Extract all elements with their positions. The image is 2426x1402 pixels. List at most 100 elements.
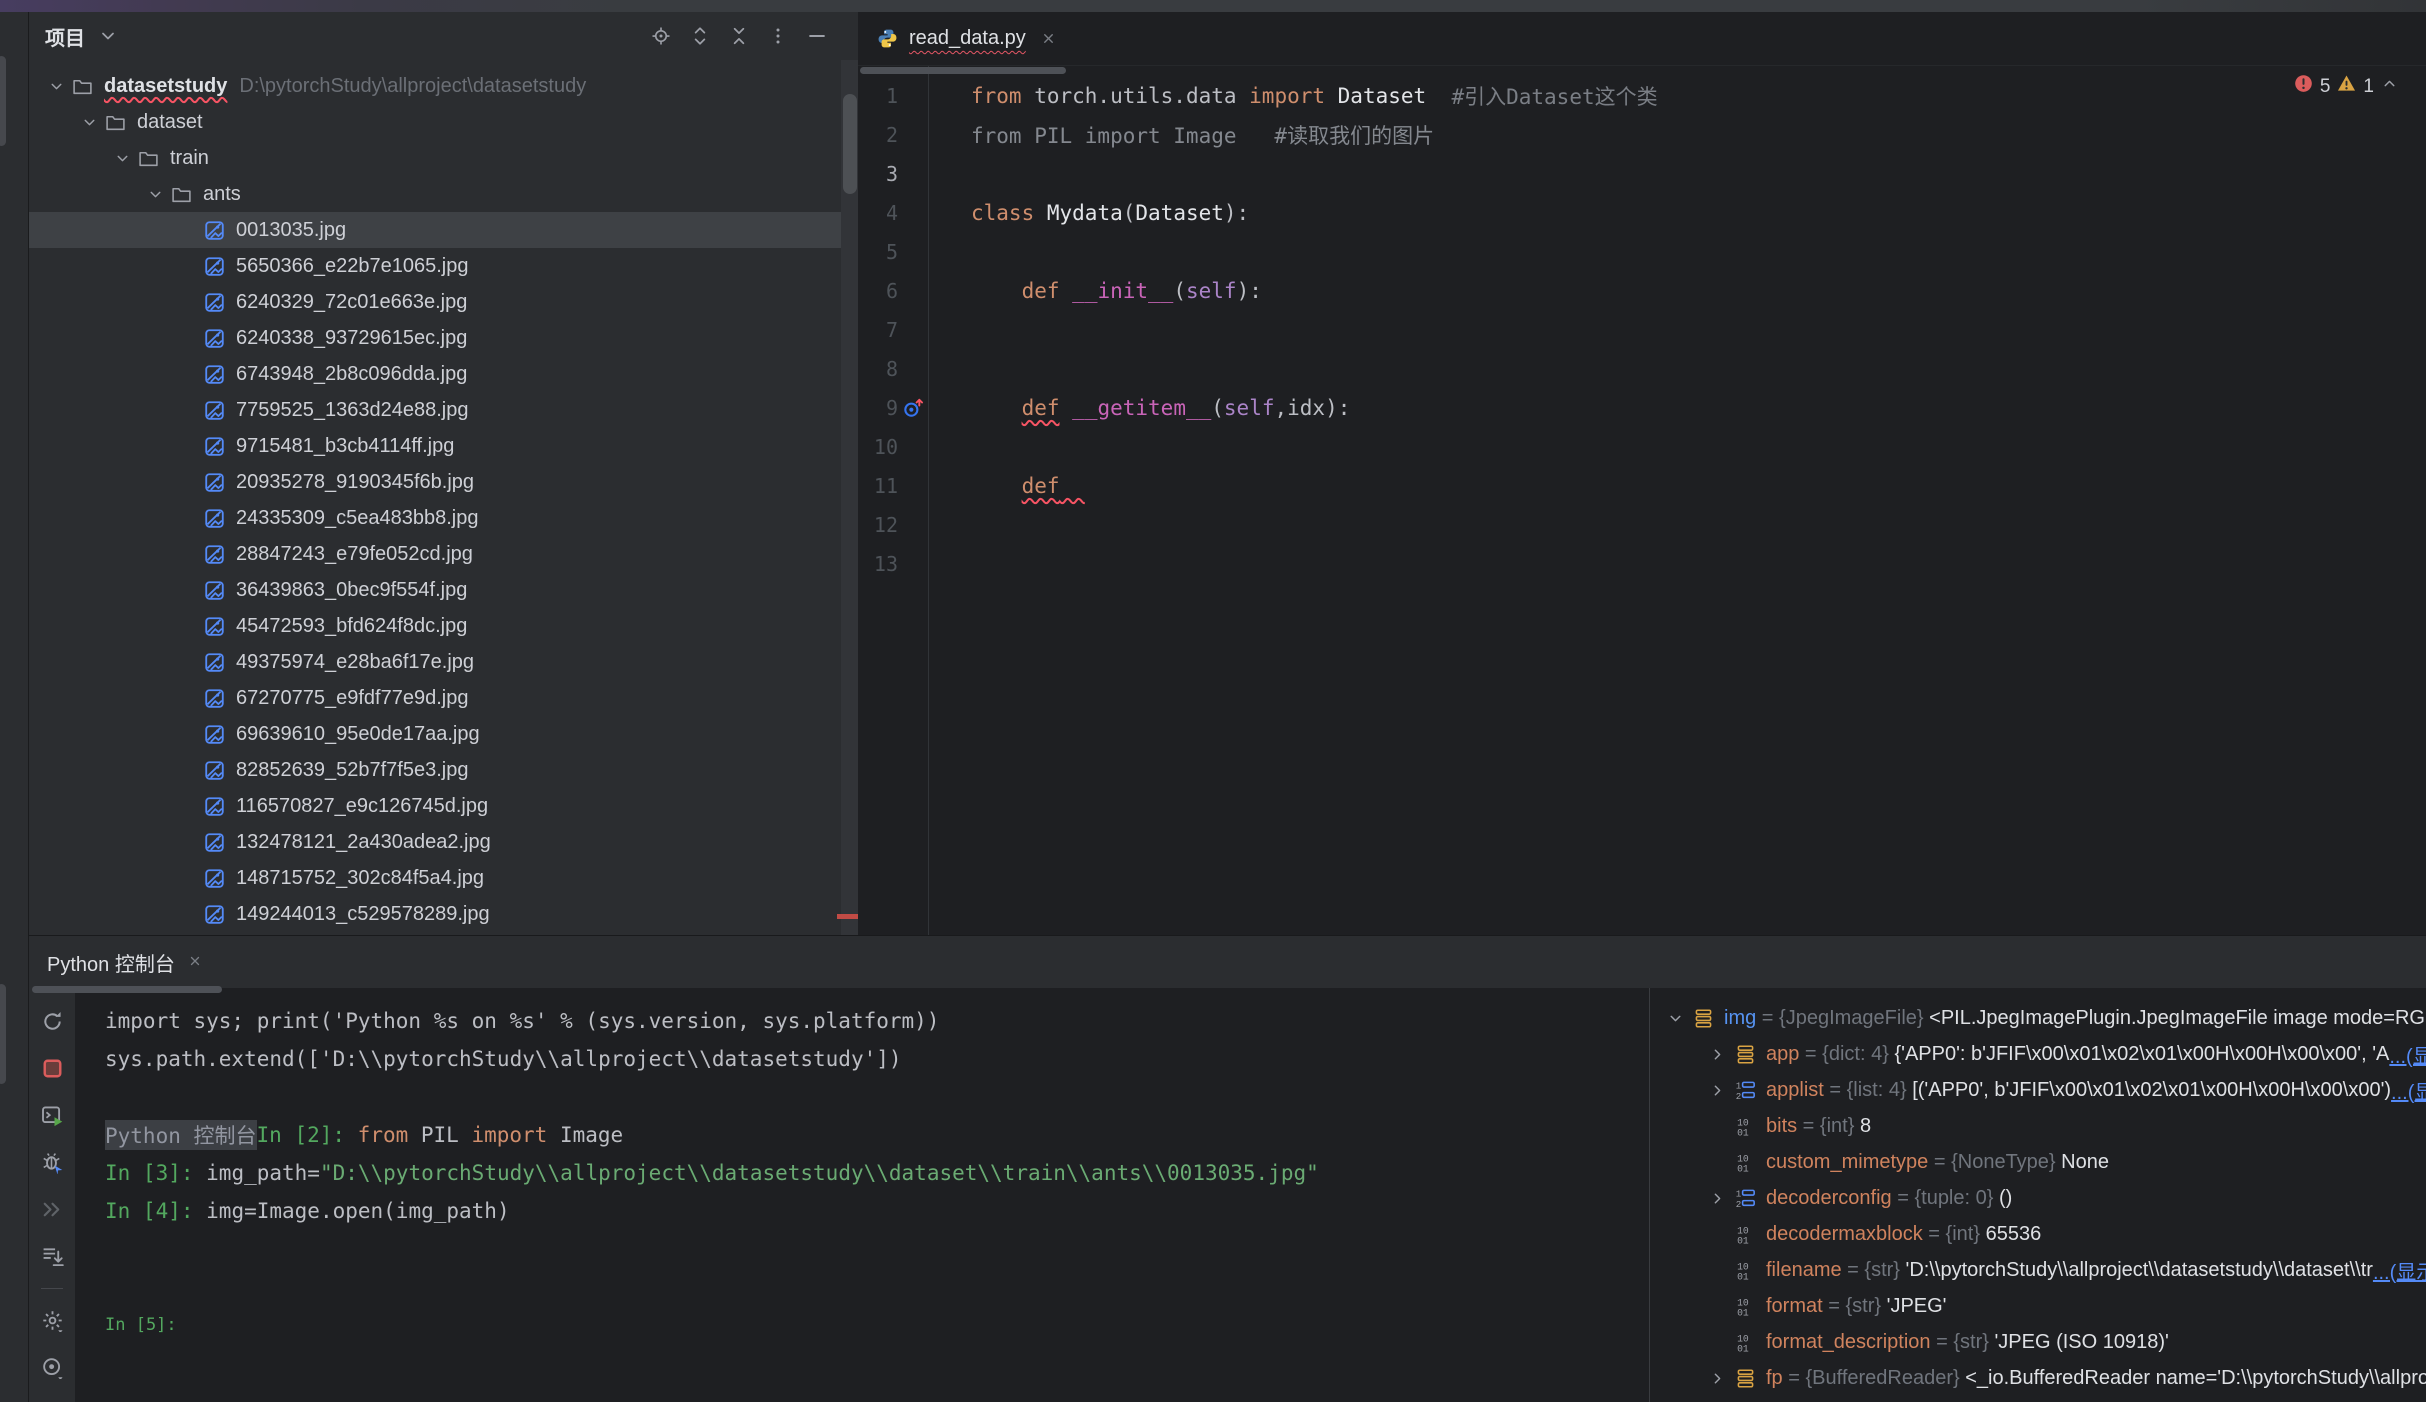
tree-item-0013035.jpg[interactable]: 0013035.jpg: [29, 212, 858, 248]
tree-item-148715752_302c84f5a4.jpg[interactable]: 148715752_302c84f5a4.jpg: [29, 860, 858, 896]
tree-item-132478121_2a430adea2.jpg[interactable]: 132478121_2a430adea2.jpg: [29, 824, 858, 860]
code-line-13[interactable]: 13: [858, 544, 2426, 583]
chevron-down-icon[interactable]: [93, 21, 123, 51]
chevron-down-icon[interactable]: [43, 78, 69, 95]
debug-icon[interactable]: [29, 1139, 75, 1186]
more-icon[interactable]: [763, 21, 793, 51]
tree-item-149244013_c529578289.jpg[interactable]: 149244013_c529578289.jpg: [29, 896, 858, 932]
stripe-handle[interactable]: [0, 984, 6, 1084]
locate-icon[interactable]: [646, 21, 676, 51]
tree-item-label: 9715481_b3cb4114ff.jpg: [236, 435, 454, 458]
variable-row-applist[interactable]: 12applist = {list: 4} [('APP0', b'JFIF\x…: [1650, 1072, 2426, 1108]
tool-window-stripe[interactable]: [0, 12, 29, 1402]
expand-all-icon[interactable]: [685, 21, 715, 51]
stop-icon[interactable]: [29, 1045, 75, 1092]
chevron-down-icon[interactable]: [76, 114, 102, 131]
tree-item-36439863_0bec9f554f.jpg[interactable]: 36439863_0bec9f554f.jpg: [29, 572, 858, 608]
tree-item-dataset[interactable]: dataset: [29, 104, 858, 140]
tree-item-67270775_e9fdf77e9d.jpg[interactable]: 67270775_e9fdf77e9d.jpg: [29, 680, 858, 716]
console-run-icon[interactable]: [29, 1092, 75, 1139]
project-scrollbar-track[interactable]: [841, 60, 858, 935]
code-line-10[interactable]: 10: [858, 427, 2426, 466]
variable-row-filename[interactable]: 1001filename = {str} 'D:\\pytorchStudy\\…: [1650, 1252, 2426, 1288]
project-tree[interactable]: datasetstudyD:\pytorchStudy\allproject\d…: [29, 64, 858, 935]
image-file-icon: [201, 218, 227, 242]
tab-scrollbar-thumb[interactable]: [32, 986, 222, 993]
hide-icon[interactable]: [802, 21, 832, 51]
variable-row-fp[interactable]: fp = {BufferedReader} <_io.BufferedReade…: [1650, 1360, 2426, 1396]
code-line-4[interactable]: 4class Mydata(Dataset):: [858, 193, 2426, 232]
close-icon[interactable]: [1041, 31, 1056, 46]
editor-tab-title[interactable]: read_data.py: [909, 27, 1026, 50]
tree-item-7759525_1363d24e88.jpg[interactable]: 7759525_1363d24e88.jpg: [29, 392, 858, 428]
variable-row-app[interactable]: app = {dict: 4} {'APP0': b'JFIF\x00\x01\…: [1650, 1036, 2426, 1072]
code-line-3[interactable]: 3: [858, 154, 2426, 193]
console-output[interactable]: import sys; print('Python %s on %s' % (s…: [75, 988, 1649, 1402]
variable-row-decodermaxblock[interactable]: 1001decodermaxblock = {int} 65536: [1650, 1216, 2426, 1252]
variable-row-custom_mimetype[interactable]: 1001custom_mimetype = {NoneType} None: [1650, 1144, 2426, 1180]
tree-item-49375974_e28ba6f17e.jpg[interactable]: 49375974_e28ba6f17e.jpg: [29, 644, 858, 680]
tree-item-ants[interactable]: ants: [29, 176, 858, 212]
project-panel-title[interactable]: 项目: [45, 22, 85, 51]
variable-row-format[interactable]: 1001format = {str} 'JPEG': [1650, 1288, 2426, 1324]
show-more-link[interactable]: ...(显示: [2373, 1256, 2426, 1285]
rerun-icon[interactable]: [29, 998, 75, 1045]
tree-item-24335309_c5ea483bb8.jpg[interactable]: 24335309_c5ea483bb8.jpg: [29, 500, 858, 536]
code-area[interactable]: 1from torch.utils.data import Dataset #引…: [858, 66, 2426, 935]
code-token: def: [1022, 474, 1060, 498]
code-line-9[interactable]: 9 def __getitem__(self,idx):: [858, 388, 2426, 427]
code-line-8[interactable]: 8: [858, 349, 2426, 388]
chevron-up-icon[interactable]: [2381, 75, 2398, 98]
tree-item-20935278_9190345f6b.jpg[interactable]: 20935278_9190345f6b.jpg: [29, 464, 858, 500]
variable-type: {list: 4}: [1847, 1079, 1907, 1102]
tree-item-train[interactable]: train: [29, 140, 858, 176]
tree-item-label: 69639610_95e0de17aa.jpg: [236, 723, 480, 746]
chevron-down-icon[interactable]: [142, 186, 168, 203]
project-scrollbar-thumb[interactable]: [843, 94, 857, 194]
code-line-11[interactable]: 11 def: [858, 466, 2426, 505]
show-more-link[interactable]: ...(显示: [2391, 1076, 2426, 1105]
show-more-link[interactable]: ...(显示: [2389, 1040, 2426, 1069]
chevron-down-icon[interactable]: [109, 150, 135, 167]
code-line-2[interactable]: 2from PIL import Image #读取我们的图片: [858, 115, 2426, 154]
tree-item-82852639_52b7f7f5e3.jpg[interactable]: 82852639_52b7f7f5e3.jpg: [29, 752, 858, 788]
chevron-right-icon[interactable]: [1702, 1190, 1732, 1207]
show-vars-icon[interactable]: [29, 1344, 75, 1391]
collapse-all-icon[interactable]: [724, 21, 754, 51]
chevron-right-icon[interactable]: [1702, 1082, 1732, 1099]
inspections-widget[interactable]: 5 1: [2294, 74, 2398, 99]
code-line-1[interactable]: 1from torch.utils.data import Dataset #引…: [858, 76, 2426, 115]
settings-icon[interactable]: [29, 1297, 75, 1344]
override-icon[interactable]: [898, 397, 928, 419]
code-line-12[interactable]: 12: [858, 505, 2426, 544]
tab-scrollbar-thumb[interactable]: [860, 67, 1066, 74]
code-line-5[interactable]: 5: [858, 232, 2426, 271]
tree-item-116570827_e9c126745d.jpg[interactable]: 116570827_e9c126745d.jpg: [29, 788, 858, 824]
code-token: [971, 396, 1022, 420]
variable-row-format_description[interactable]: 1001format_description = {str} 'JPEG (IS…: [1650, 1324, 2426, 1360]
scroll-end-icon[interactable]: [29, 1233, 75, 1280]
tree-item-6240338_93729615ec.jpg[interactable]: 6240338_93729615ec.jpg: [29, 320, 858, 356]
chevron-down-icon[interactable]: [1660, 1010, 1690, 1027]
variable-row-img[interactable]: img = {JpegImageFile} <PIL.JpegImagePlug…: [1650, 1000, 2426, 1036]
console-tab-title[interactable]: Python 控制台: [47, 948, 175, 977]
tree-item-5650366_e22b7e1065.jpg[interactable]: 5650366_e22b7e1065.jpg: [29, 248, 858, 284]
tree-item-6743948_2b8c096dda.jpg[interactable]: 6743948_2b8c096dda.jpg: [29, 356, 858, 392]
tree-item-datasetstudy[interactable]: datasetstudyD:\pytorchStudy\allproject\d…: [29, 68, 858, 104]
tree-item-28847243_e79fe052cd.jpg[interactable]: 28847243_e79fe052cd.jpg: [29, 536, 858, 572]
tree-item-9715481_b3cb4114ff.jpg[interactable]: 9715481_b3cb4114ff.jpg: [29, 428, 858, 464]
chevron-right-icon[interactable]: [1702, 1370, 1732, 1387]
tree-item-69639610_95e0de17aa.jpg[interactable]: 69639610_95e0de17aa.jpg: [29, 716, 858, 752]
chevron-right-icon[interactable]: [1702, 1046, 1732, 1063]
code-line-7[interactable]: 7: [858, 310, 2426, 349]
tree-item-6240329_72c01e663e.jpg[interactable]: 6240329_72c01e663e.jpg: [29, 284, 858, 320]
stripe-handle[interactable]: [0, 56, 6, 146]
console-tab[interactable]: Python 控制台: [47, 948, 202, 977]
close-icon[interactable]: [188, 951, 202, 974]
code-line-6[interactable]: 6 def __init__(self):: [858, 271, 2426, 310]
variable-row-bits[interactable]: 1001bits = {int} 8: [1650, 1108, 2426, 1144]
fast-forward-icon[interactable]: [29, 1186, 75, 1233]
variable-row-decoderconfig[interactable]: 12decoderconfig = {tuple: 0} (): [1650, 1180, 2426, 1216]
tree-item-45472593_bfd624f8dc.jpg[interactable]: 45472593_bfd624f8dc.jpg: [29, 608, 858, 644]
editor-tab-read-data[interactable]: read_data.py: [858, 12, 1074, 65]
